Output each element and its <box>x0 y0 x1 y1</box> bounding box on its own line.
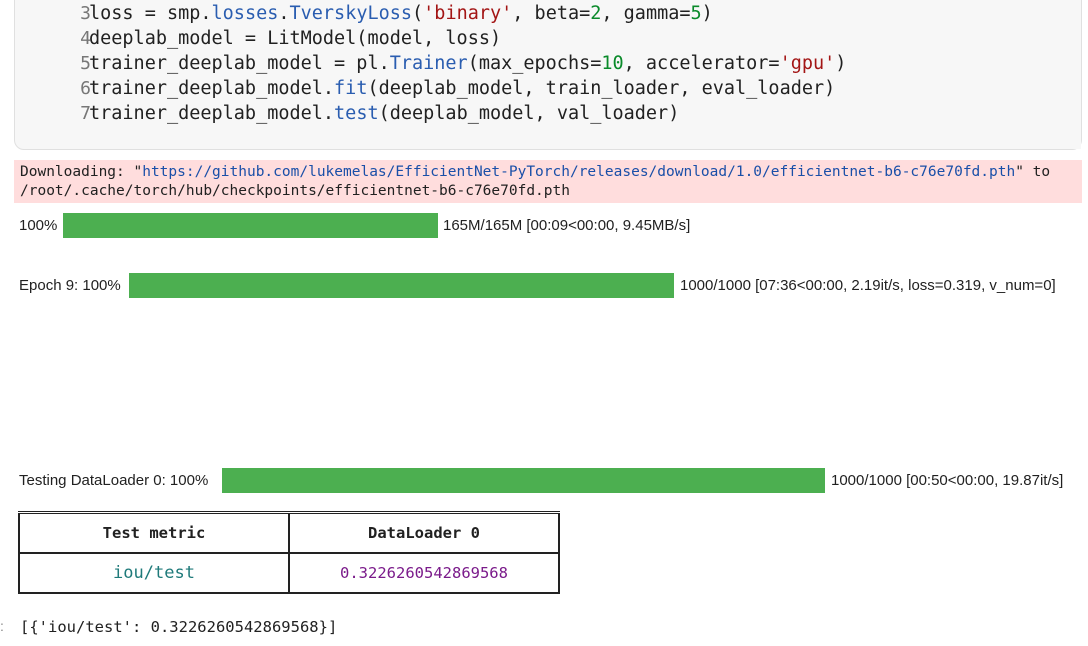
code-text[interactable]: trainer_deeplab_model = pl.Trainer(max_e… <box>89 51 846 76</box>
code-line[interactable]: 4 deeplab_model = LitModel(model, loss) <box>51 26 1081 51</box>
code-token: trainer_deeplab_model. <box>89 78 335 99</box>
metric-value-cell: 0.3226260542869568 <box>288 552 560 594</box>
code-token: ) <box>701 3 713 24</box>
testing-progress-bar <box>222 468 825 493</box>
testing-progress-info: 1000/1000 [00:50<00:00, 19.87it/s] <box>831 472 1064 489</box>
stderr-prefix: Downloading: " <box>20 164 143 180</box>
code-line[interactable]: 7 trainer_deeplab_model.test(deeplab_mode… <box>51 101 1081 126</box>
code-token: 5 <box>690 3 702 24</box>
code-token: (deeplab_model, train_loader, eval_loade… <box>367 78 836 99</box>
line-number: 4 <box>80 28 91 49</box>
table-header-metric: Test metric <box>18 511 290 554</box>
line-number: 7 <box>80 103 91 124</box>
metric-name-cell: iou/test <box>18 552 290 594</box>
line-number: 6 <box>80 78 91 99</box>
code-token: trainer_deeplab_model = pl. <box>89 53 390 74</box>
stderr-output: Downloading: "https://github.com/lukemel… <box>14 160 1082 203</box>
code-token: Trainer <box>389 53 468 74</box>
code-text[interactable]: trainer_deeplab_model.fit(deeplab_model,… <box>89 76 835 101</box>
code-text[interactable]: loss = smp.losses.TverskyLoss('binary', … <box>89 1 713 26</box>
download-progress-bar <box>63 213 438 238</box>
code-cell[interactable]: 3 loss = smp.losses.TverskyLoss('binary',… <box>14 0 1082 150</box>
download-progress-label: 100% <box>19 217 58 234</box>
code-token: (max_epochs= <box>467 53 602 74</box>
epoch-progress-bar <box>129 273 674 298</box>
code-token: loss = smp. <box>89 3 212 24</box>
testing-progress-fill <box>222 468 825 493</box>
code-token: fit <box>334 78 368 99</box>
download-progress-fill <box>63 213 438 238</box>
epoch-progress-label: Epoch 9: 100% <box>19 277 121 294</box>
code-token: ( <box>412 3 424 24</box>
code-line[interactable]: 6 trainer_deeplab_model.fit(deeplab_model… <box>51 76 1081 101</box>
code-token: TverskyLoss <box>289 3 413 24</box>
download-progress-info: 165M/165M [00:09<00:00, 9.45MB/s] <box>443 217 691 234</box>
table-header-dataloader: DataLoader 0 <box>288 511 560 554</box>
code-token: deeplab_model = LitModel(model, loss) <box>89 28 502 49</box>
code-token: trainer_deeplab_model. <box>89 103 335 124</box>
code-text[interactable]: deeplab_model = LitModel(model, loss) <box>89 26 501 51</box>
testing-progress-label: Testing DataLoader 0: 100% <box>19 472 209 489</box>
epoch-progress: Epoch 9: 100% 1000/1000 [07:36<00:00, 2.… <box>19 273 1084 299</box>
line-number: 3 <box>80 3 91 24</box>
testing-progress: Testing DataLoader 0: 100% 1000/1000 [00… <box>19 468 1084 494</box>
epoch-progress-fill <box>129 273 674 298</box>
code-token: losses <box>211 3 279 24</box>
code-token: (deeplab_model, val_loader) <box>378 103 680 124</box>
code-text[interactable]: trainer_deeplab_model.test(deeplab_model… <box>89 101 679 126</box>
code-token: . <box>278 3 290 24</box>
line-number: 5 <box>80 53 91 74</box>
stderr-path: /root/.cache/torch/hub/checkpoints/effic… <box>20 183 570 199</box>
code-token: 2 <box>590 3 602 24</box>
stderr-suffix: " to <box>1015 164 1051 180</box>
output-prompt: : <box>0 618 4 634</box>
code-editor[interactable]: 3 loss = smp.losses.TverskyLoss('binary',… <box>51 0 1081 149</box>
code-token: , beta= <box>512 3 591 24</box>
code-token: 10 <box>601 53 624 74</box>
download-progress: 100% 165M/165M [00:09<00:00, 9.45MB/s] <box>19 213 1079 239</box>
code-token: , gamma= <box>601 3 691 24</box>
download-url-link[interactable]: https://github.com/lukemelas/EfficientNe… <box>142 164 1015 180</box>
code-token: test <box>334 103 379 124</box>
code-line[interactable]: 5 trainer_deeplab_model = pl.Trainer(max_… <box>51 51 1081 76</box>
code-token: ) <box>835 53 847 74</box>
epoch-progress-info: 1000/1000 [07:36<00:00, 2.19it/s, loss=0… <box>680 277 1056 294</box>
table-header-row: Test metric DataLoader 0 <box>18 511 560 554</box>
results-table: Test metric DataLoader 0 iou/test 0.3226… <box>18 511 560 594</box>
code-line[interactable]: 3 loss = smp.losses.TverskyLoss('binary',… <box>51 1 1081 26</box>
code-token: , accelerator= <box>623 53 780 74</box>
result-output: [{'iou/test': 0.3226260542869568}] <box>20 618 338 636</box>
table-row: iou/test 0.3226260542869568 <box>18 552 560 594</box>
code-token: 'binary' <box>423 3 513 24</box>
code-token: 'gpu' <box>779 53 836 74</box>
